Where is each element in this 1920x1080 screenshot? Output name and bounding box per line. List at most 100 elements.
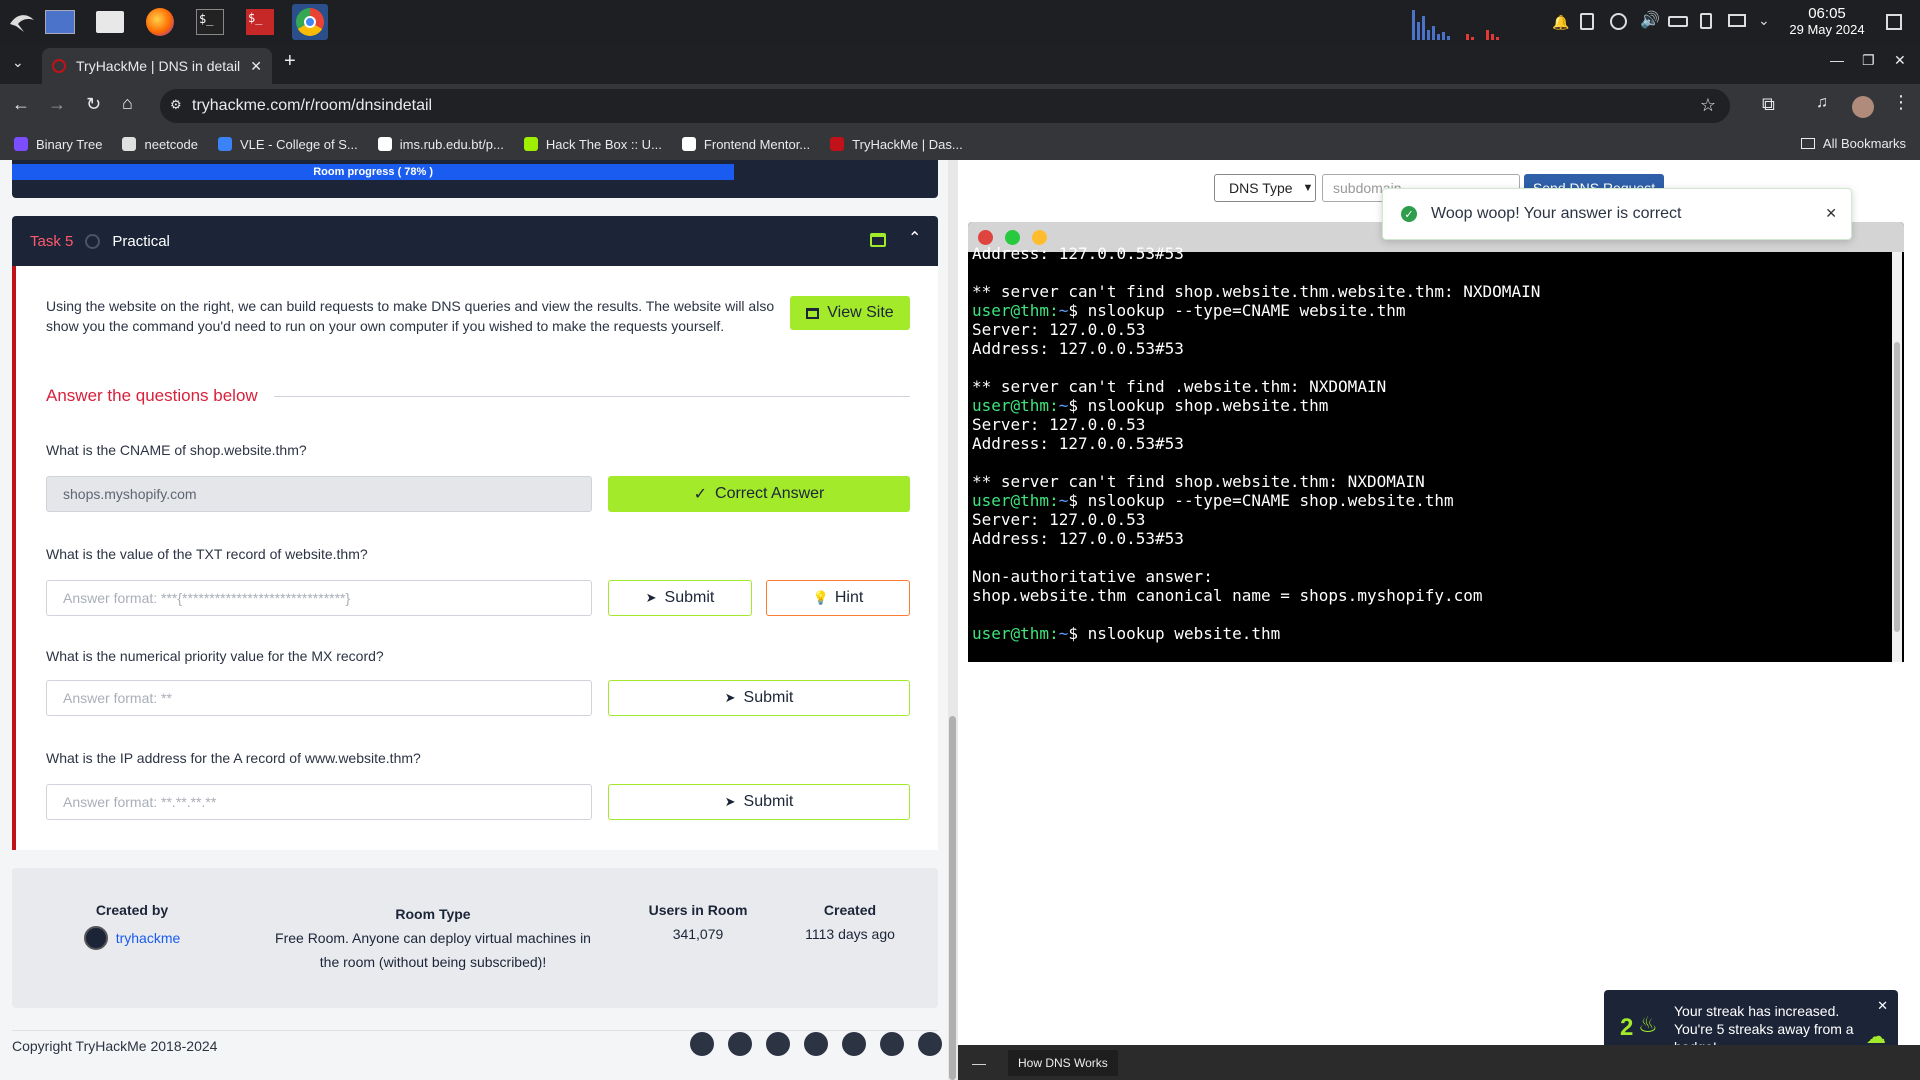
youtube-icon[interactable] <box>842 1032 866 1056</box>
pause-icon[interactable] <box>1610 13 1627 30</box>
close-icon[interactable]: ✕ <box>250 58 262 75</box>
all-bookmarks[interactable]: All Bookmarks <box>1800 136 1906 151</box>
social-links <box>690 1032 942 1056</box>
bookmark-item[interactable]: VLE - College of S... <box>217 137 358 152</box>
discord-icon[interactable] <box>766 1032 790 1056</box>
reload-icon[interactable]: ↻ <box>86 94 101 115</box>
bookmark-item[interactable]: Hack The Box :: U... <box>523 137 662 152</box>
bookmark-item[interactable]: ims.rub.edu.bt/p... <box>377 137 504 152</box>
show-desktop-icon[interactable] <box>1886 14 1902 30</box>
chevron-down-icon[interactable]: ⌄ <box>1758 12 1770 29</box>
battery-icon[interactable] <box>1668 16 1688 27</box>
users-col: Users in Room 341,079 <box>638 902 758 942</box>
file-manager-icon[interactable] <box>92 4 128 40</box>
submit-button-4[interactable]: ➤ Submit <box>608 784 910 820</box>
chevron-up-icon[interactable]: ⌃ <box>908 228 921 248</box>
workspace-icon[interactable] <box>42 4 78 40</box>
minimize-dot-icon[interactable] <box>1032 229 1047 245</box>
minimize-icon[interactable]: — <box>1830 52 1844 68</box>
terminal-window: Address: 127.0.0.53#53 ** server can't f… <box>968 222 1904 662</box>
close-icon[interactable]: ✕ <box>1877 998 1888 1014</box>
bookmark-label: Binary Tree <box>36 136 103 152</box>
bookmark-favicon-icon <box>681 137 696 151</box>
home-icon[interactable]: ⌂ <box>122 93 133 114</box>
submit-button-3[interactable]: ➤ Submit <box>608 680 910 716</box>
notifications-icon[interactable]: 🔔 <box>1552 14 1569 31</box>
pinterest-icon[interactable] <box>918 1032 942 1056</box>
terminal-line: Non-authoritative answer: <box>972 567 1213 586</box>
bookmark-favicon-icon <box>122 137 137 151</box>
footer-divider <box>12 1030 938 1031</box>
view-site-button[interactable]: View Site <box>790 296 910 330</box>
forward-icon[interactable]: → <box>48 94 66 115</box>
users-value: 341,079 <box>672 926 724 942</box>
volume-icon[interactable]: 🔊 <box>1640 10 1660 30</box>
media-icon[interactable]: ♫ <box>1816 94 1828 112</box>
answer-input-2[interactable]: Answer format: ***{*********************… <box>46 580 592 616</box>
kali-menu-icon[interactable] <box>4 4 40 40</box>
maximize-icon[interactable]: ❐ <box>1862 52 1875 69</box>
hint-button[interactable]: 💡 Hint <box>766 580 910 616</box>
firefox-icon[interactable] <box>142 4 178 40</box>
back-icon[interactable]: ← <box>12 94 30 115</box>
tab-tryhackme[interactable]: TryHackMe | DNS in detail ✕ <box>42 48 272 84</box>
chevron-down-icon: ▼ <box>1302 182 1314 194</box>
linkedin-icon[interactable] <box>728 1032 752 1056</box>
bookmark-item[interactable]: Frontend Mentor... <box>681 137 810 152</box>
terminal-line: user@thm:~$ nslookup shop.website.thm <box>972 396 1900 415</box>
instagram-icon[interactable] <box>880 1032 904 1056</box>
bookmark-star-icon[interactable]: ☆ <box>1700 95 1716 116</box>
task-status-icon <box>85 233 101 249</box>
page-scrollbar[interactable] <box>948 160 958 1080</box>
twitter-icon[interactable] <box>690 1032 714 1056</box>
terminal-scrollbar[interactable] <box>1892 252 1902 662</box>
extensions-icon[interactable]: ⧉ <box>1762 94 1775 115</box>
correct-answer-button[interactable]: ✓ Correct Answer <box>608 476 910 512</box>
answer-input-4[interactable]: Answer format: **.**.**.** <box>46 784 592 820</box>
bookmark-item[interactable]: Binary Tree <box>14 137 102 152</box>
answer-input-3[interactable]: Answer format: ** <box>46 680 592 716</box>
minus-icon[interactable]: — <box>972 1055 986 1071</box>
clipboard-icon[interactable] <box>1580 13 1594 30</box>
check-icon: ✓ <box>693 486 708 503</box>
room-type-label: Room Type <box>395 906 471 922</box>
close-dot-icon[interactable] <box>978 229 993 245</box>
terminal-icon[interactable]: $_ <box>192 4 228 40</box>
display-icon[interactable] <box>1728 14 1746 27</box>
address-bar[interactable]: ⚙ tryhackme.com/r/room/dnsindetail ☆ <box>160 89 1730 123</box>
send-icon: ➤ <box>645 590 657 605</box>
tab-search-icon[interactable]: ⌄ <box>12 54 24 71</box>
bookmarks-bar: Binary Tree neetcode VLE - College of S...… <box>0 128 1920 160</box>
avatar[interactable] <box>1852 96 1874 118</box>
terminal-output[interactable]: Address: 127.0.0.53#53 ** server can't f… <box>968 244 1904 643</box>
facebook-icon[interactable] <box>804 1032 828 1056</box>
site-settings-icon[interactable]: ⚙ <box>170 97 182 113</box>
new-tab-button[interactable]: + <box>284 50 296 73</box>
close-icon[interactable]: ✕ <box>1825 205 1837 222</box>
lock-icon[interactable] <box>1700 13 1712 29</box>
how-dns-works-chip[interactable]: How DNS Works <box>1008 1049 1118 1076</box>
submit-label-3: Submit <box>743 689 794 706</box>
menu-icon[interactable]: ⋮ <box>1892 92 1910 113</box>
clock[interactable]: 06:05 29 May 2024 <box>1782 6 1872 38</box>
maximize-dot-icon[interactable] <box>1005 229 1020 245</box>
answer-input-1[interactable]: shops.myshopify.com <box>46 476 592 512</box>
root-terminal-icon[interactable]: $_ <box>242 4 278 40</box>
bookmark-item[interactable]: TryHackMe | Das... <box>830 137 963 152</box>
scrollbar-thumb[interactable] <box>949 716 956 1080</box>
task-header[interactable]: Task 5 Practical ⌃ <box>12 216 938 266</box>
chrome-taskbar-icon[interactable] <box>292 4 328 40</box>
submit-button-2[interactable]: ➤ Submit <box>608 580 752 616</box>
clock-date: 29 May 2024 <box>1789 22 1865 37</box>
os-taskbar: $_ $_ 🔔 🔊 ⌄ 06:05 29 May 2024 <box>0 0 1920 44</box>
bookmark-item[interactable]: neetcode <box>122 137 198 152</box>
dns-type-select[interactable]: DNS Type ▼ <box>1214 174 1316 202</box>
creator-link[interactable]: tryhackme <box>116 930 181 946</box>
window-close-icon[interactable]: ✕ <box>1894 52 1906 69</box>
calendar-icon[interactable] <box>870 233 886 247</box>
success-toast: ✓ Woop woop! Your answer is correct ✕ <box>1382 188 1852 240</box>
room-type-value: Free Room. Anyone can deploy virtual mac… <box>275 930 591 970</box>
room-panel: Room progress ( 78% ) Task 5 Practical ⌃… <box>0 160 955 1080</box>
